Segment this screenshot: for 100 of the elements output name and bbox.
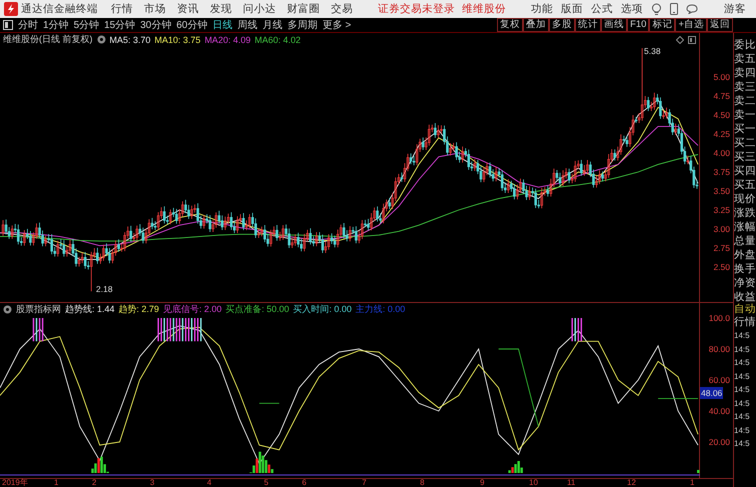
tick-time: 14:5 bbox=[734, 398, 751, 410]
legend-value: MA60: 4.02 bbox=[254, 34, 301, 44]
legend-value: 买点准备: 50.00 bbox=[226, 303, 290, 316]
legend-value: 见底信号: 2.00 bbox=[163, 303, 222, 316]
menu-item[interactable]: 选项 bbox=[621, 2, 643, 16]
menu-item[interactable]: 公式 bbox=[591, 2, 613, 16]
login-notice[interactable]: 证券交易未登录 bbox=[378, 2, 455, 16]
legend-value: 趋势线: 1.44 bbox=[65, 303, 115, 316]
quote-field-label: 卖一 bbox=[734, 108, 756, 122]
price-high-label: 5.38 bbox=[644, 46, 661, 56]
tick-time: 14:5 bbox=[734, 438, 751, 450]
price-axis-label: 2.50 bbox=[713, 262, 730, 272]
time-axis-label: 2019年 bbox=[1, 478, 28, 487]
chart-tool-button[interactable]: 叠加 bbox=[523, 18, 550, 32]
quote-field-label: 外盘 bbox=[734, 248, 756, 262]
quote-field-label: 委比 bbox=[734, 38, 756, 52]
chart-tool-button[interactable]: 多股 bbox=[549, 18, 576, 32]
quote-field-label: 卖四 bbox=[734, 66, 756, 80]
chart-tool-button[interactable]: 统计 bbox=[575, 18, 602, 32]
chart-tool-button[interactable]: F10 bbox=[627, 18, 650, 32]
menu-item[interactable]: 问小达 bbox=[243, 2, 276, 16]
cursor-value-label: 48.06 bbox=[700, 387, 724, 399]
time-axis-label: 5 bbox=[263, 478, 268, 487]
time-axis-label: 9 bbox=[479, 478, 484, 487]
tick-time: 14:5 bbox=[734, 357, 751, 369]
quote-field-label: 换手 bbox=[734, 262, 756, 276]
chart-tool-button[interactable]: 画线 bbox=[601, 18, 628, 32]
quote-field-label: 涨跌 bbox=[734, 206, 756, 220]
period-tab[interactable]: 1分钟 bbox=[43, 18, 69, 32]
chart-tool-button[interactable]: 标记 bbox=[649, 18, 676, 32]
quote-field-label: 总量 bbox=[734, 234, 756, 248]
ticks-header: 行情 bbox=[734, 316, 756, 329]
user-name[interactable]: 游客 bbox=[724, 2, 746, 16]
period-tab[interactable]: 60分钟 bbox=[176, 18, 208, 32]
menu-item[interactable]: 财富圈 bbox=[287, 2, 320, 16]
period-tab[interactable]: 30分钟 bbox=[140, 18, 172, 32]
time-axis-label: 1 bbox=[689, 478, 694, 487]
quote-field-label: 卖三 bbox=[734, 80, 756, 94]
period-tab[interactable]: 周线 bbox=[238, 18, 258, 32]
period-tab[interactable]: 多周期 bbox=[288, 18, 318, 32]
phone-icon[interactable] bbox=[670, 3, 678, 15]
menu-item[interactable]: 交易 bbox=[331, 2, 353, 16]
price-axis-label: 5.00 bbox=[713, 72, 730, 82]
indicator-axis-label: 100.0 bbox=[708, 312, 730, 324]
price-axis-label: 2.75 bbox=[713, 242, 730, 254]
legend-value: MA10: 3.75 bbox=[154, 34, 201, 44]
menu-item[interactable]: 行情 bbox=[111, 2, 133, 16]
quote-field-label: 买一 bbox=[734, 122, 756, 136]
period-tab[interactable]: 更多 > bbox=[322, 18, 352, 32]
lightbulb-icon[interactable] bbox=[651, 3, 662, 15]
price-axis-label: 3.00 bbox=[713, 224, 730, 234]
price-low-label: 2.18 bbox=[96, 284, 113, 294]
stock-name: 维维股份 bbox=[462, 2, 506, 16]
menu-item[interactable]: 资讯 bbox=[177, 2, 199, 16]
ticks-header: 自动 bbox=[734, 303, 756, 316]
legend-value: 趋势: 2.79 bbox=[118, 303, 160, 316]
tick-time: 14:5 bbox=[734, 424, 751, 436]
quote-field-label: 买二 bbox=[734, 136, 756, 150]
panel-toggle-icon[interactable] bbox=[3, 20, 13, 30]
window-icon[interactable] bbox=[688, 36, 696, 44]
indicator-axis-label: 40.00 bbox=[708, 406, 730, 416]
price-axis-label: 3.25 bbox=[713, 204, 730, 216]
time-axis-label: 2 bbox=[91, 478, 96, 487]
chat-icon[interactable] bbox=[686, 4, 698, 14]
time-axis-label: 3 bbox=[149, 478, 154, 487]
price-axis-label: 3.75 bbox=[713, 166, 730, 178]
chart-tool-button[interactable]: +自选 bbox=[675, 18, 707, 32]
chart-tool-button[interactable]: 复权 bbox=[497, 18, 524, 32]
quote-field-label: 收益 bbox=[734, 290, 756, 304]
menu-item[interactable]: 版面 bbox=[561, 2, 583, 16]
tick-time: 14:5 bbox=[734, 411, 751, 423]
period-tab[interactable]: 15分钟 bbox=[104, 18, 136, 32]
menu-item[interactable]: 市场 bbox=[144, 2, 166, 16]
legend-value: MA20: 4.09 bbox=[204, 34, 251, 44]
time-axis-label: 4 bbox=[206, 478, 212, 487]
legend-value: 买入时间: 0.00 bbox=[293, 303, 352, 316]
tick-time: 14:5 bbox=[734, 330, 751, 342]
time-axis-label: 1 bbox=[53, 478, 58, 487]
time-axis-label: 6 bbox=[301, 478, 306, 487]
time-axis-label: 8 bbox=[419, 478, 424, 487]
period-tab[interactable]: 5分钟 bbox=[74, 18, 100, 32]
gear-icon[interactable] bbox=[3, 305, 12, 314]
tick-time: 14:5 bbox=[734, 384, 751, 396]
indicator-axis-label: 20.00 bbox=[708, 436, 730, 448]
period-tab[interactable]: 月线 bbox=[262, 18, 282, 32]
chart-title: 维维股份(日线 前复权) bbox=[3, 33, 92, 46]
menu-item[interactable]: 功能 bbox=[531, 2, 553, 16]
menu-item[interactable]: 发现 bbox=[210, 2, 232, 16]
price-axis-label: 3.50 bbox=[713, 186, 730, 196]
diamond-icon[interactable] bbox=[676, 36, 684, 44]
period-tab[interactable]: 日线 bbox=[212, 18, 232, 32]
legend-value: 主力线: 0.00 bbox=[356, 303, 406, 316]
gear-icon[interactable] bbox=[96, 35, 106, 44]
app-name: 通达信金融终端 bbox=[21, 2, 98, 16]
legend-value: MA5: 3.70 bbox=[110, 34, 151, 44]
period-tab[interactable]: 分时 bbox=[18, 18, 38, 32]
tick-time: 14:5 bbox=[734, 370, 751, 382]
quote-field-label: 卖二 bbox=[734, 94, 756, 108]
app-logo-icon bbox=[4, 2, 18, 16]
chart-tool-button[interactable]: 返回 bbox=[707, 18, 733, 32]
